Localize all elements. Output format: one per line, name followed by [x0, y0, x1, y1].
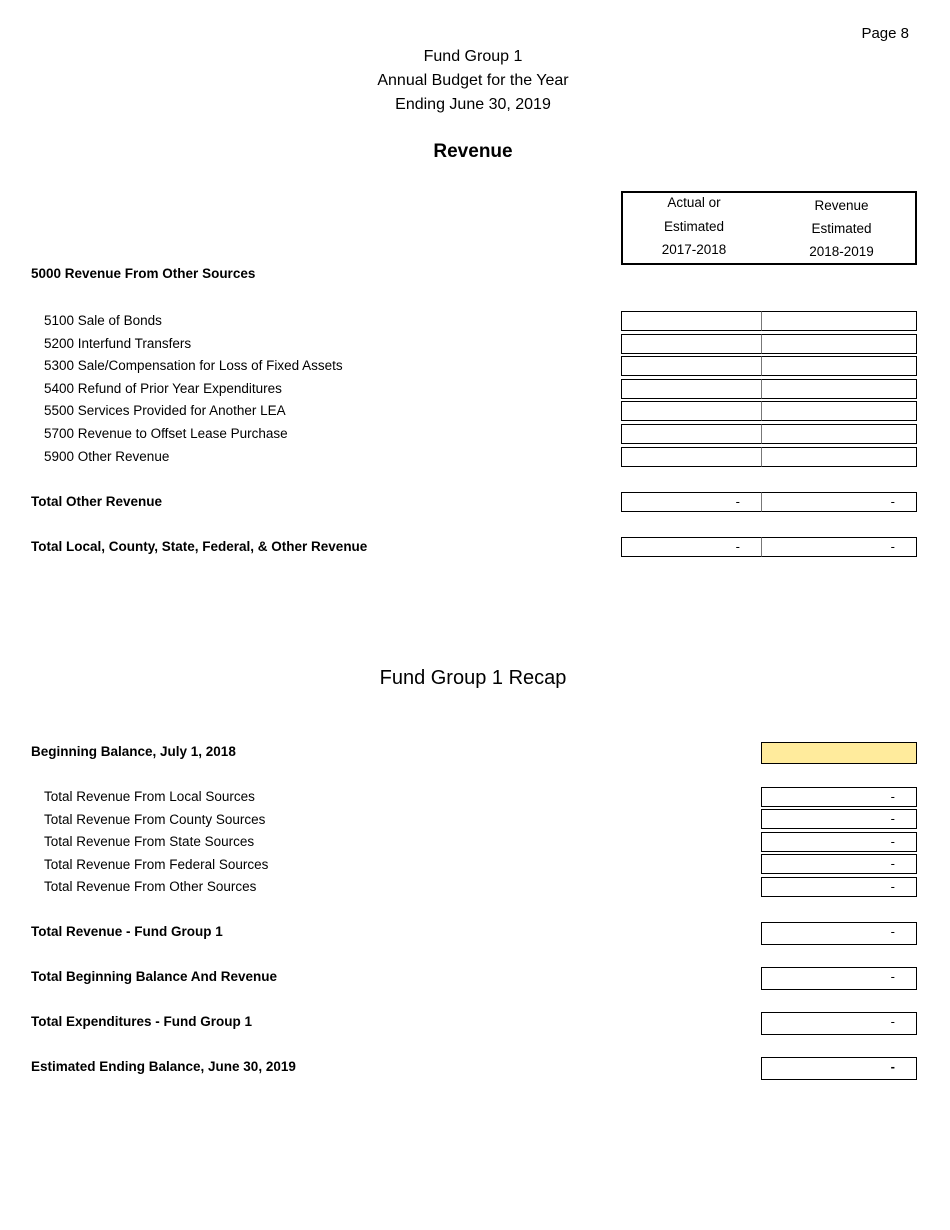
item-estimated-cell[interactable]: [761, 334, 917, 354]
item-estimated-cell[interactable]: [761, 424, 917, 444]
section-heading-5000: 5000 Revenue From Other Sources: [31, 266, 256, 281]
total-revenue-fund-label: Total Revenue - Fund Group 1: [31, 924, 223, 939]
recap-source-value: -: [761, 787, 917, 807]
recap-source-value: -: [761, 832, 917, 852]
item-label: 5900 Other Revenue: [44, 449, 170, 464]
revenue-title: Revenue: [433, 141, 513, 162]
beginning-balance-input[interactable]: [761, 742, 917, 764]
total-all-actual-cell: -: [621, 537, 762, 557]
column-header-box: Actual or Estimated 2017-2018 Revenue Es…: [621, 191, 917, 265]
total-expenditures-value: -: [761, 1012, 917, 1035]
item-label: 5700 Revenue to Offset Lease Purchase: [44, 426, 288, 441]
item-actual-cell[interactable]: [621, 311, 762, 331]
item-estimated-cell[interactable]: [761, 311, 917, 331]
item-actual-cell[interactable]: [621, 356, 762, 376]
recap-source-value: -: [761, 854, 917, 874]
header-year-ending: Ending June 30, 2019: [395, 96, 551, 113]
col-actual-line3: 2017-2018: [661, 242, 727, 257]
item-actual-cell[interactable]: [621, 447, 762, 467]
page-number: Page 8: [861, 25, 909, 42]
item-label: 5200 Interfund Transfers: [44, 336, 192, 351]
item-estimated-cell[interactable]: [761, 379, 917, 399]
total-expenditures-label: Total Expenditures - Fund Group 1: [31, 1014, 253, 1029]
recap-source-label: Total Revenue From Federal Sources: [44, 857, 269, 872]
beginning-balance-label: Beginning Balance, July 1, 2018: [31, 744, 236, 759]
recap-source-label: Total Revenue From Other Sources: [44, 879, 257, 894]
col-estimated-line2: Estimated: [811, 221, 872, 236]
col-actual-line1: Actual or: [667, 195, 721, 210]
recap-source-label: Total Revenue From County Sources: [44, 812, 266, 827]
col-actual-line2: Estimated: [663, 219, 725, 234]
item-label: 5300 Sale/Compensation for Loss of Fixed…: [44, 358, 343, 373]
item-estimated-cell[interactable]: [761, 356, 917, 376]
total-beginning-and-revenue-value: -: [761, 967, 917, 990]
item-label: 5500 Services Provided for Another LEA: [44, 403, 286, 418]
item-actual-cell[interactable]: [621, 424, 762, 444]
item-estimated-cell[interactable]: [761, 447, 917, 467]
recap-source-value: -: [761, 809, 917, 829]
item-label: 5100 Sale of Bonds: [44, 313, 162, 328]
recap-source-label: Total Revenue From Local Sources: [44, 789, 255, 804]
item-actual-cell[interactable]: [621, 379, 762, 399]
ending-balance-label: Estimated Ending Balance, June 30, 2019: [31, 1059, 296, 1074]
item-actual-cell[interactable]: [621, 334, 762, 354]
header-fund-group: Fund Group 1: [423, 48, 523, 65]
item-label: 5400 Refund of Prior Year Expenditures: [44, 381, 282, 396]
recap-title: Fund Group 1 Recap: [379, 667, 567, 689]
total-other-revenue-label: Total Other Revenue: [31, 494, 163, 509]
total-all-estimated-cell: -: [761, 537, 917, 557]
total-other-actual-cell: -: [621, 492, 762, 512]
recap-source-value: -: [761, 877, 917, 897]
total-other-estimated-cell: -: [761, 492, 917, 512]
col-estimated-line1: Revenue: [814, 198, 869, 213]
total-all-revenue-label: Total Local, County, State, Federal, & O…: [31, 539, 368, 554]
total-beginning-and-revenue-label: Total Beginning Balance And Revenue: [31, 969, 278, 984]
col-estimated-line3: 2018-2019: [809, 244, 874, 259]
recap-source-label: Total Revenue From State Sources: [44, 834, 255, 849]
item-actual-cell[interactable]: [621, 401, 762, 421]
total-revenue-fund-value: -: [761, 922, 917, 945]
header-budget-title: Annual Budget for the Year: [377, 72, 569, 89]
ending-balance-value: -: [761, 1057, 917, 1080]
item-estimated-cell[interactable]: [761, 401, 917, 421]
